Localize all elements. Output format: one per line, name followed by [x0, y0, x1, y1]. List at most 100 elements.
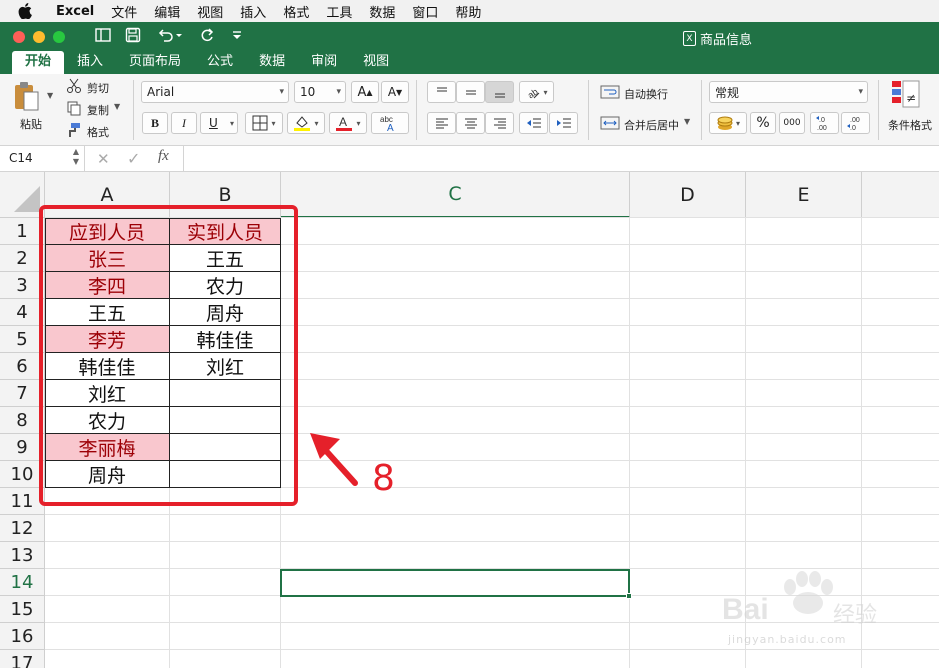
paste-label[interactable]: 粘贴: [20, 116, 42, 132]
customize-toolbar-icon[interactable]: [231, 27, 243, 47]
copy-icon[interactable]: [66, 100, 82, 119]
copy-dropdown-icon[interactable]: ▼: [114, 102, 120, 111]
wrap-text-button[interactable]: 自动换行: [624, 86, 668, 102]
conditional-format-icon[interactable]: ≠: [891, 80, 921, 113]
increase-decimal-icon: .0.00: [815, 116, 826, 131]
column-header-f[interactable]: [862, 172, 939, 218]
align-top-button[interactable]: [427, 81, 456, 103]
orientation-button[interactable]: ab ▾: [519, 81, 554, 103]
column-header-e[interactable]: E: [746, 172, 862, 218]
paste-icon[interactable]: [12, 80, 40, 115]
column-header-d[interactable]: D: [630, 172, 746, 218]
row-header-15[interactable]: 15: [0, 596, 45, 623]
save-icon[interactable]: [125, 27, 141, 47]
menu-window[interactable]: 窗口: [412, 2, 438, 21]
chevron-down-icon: ▾: [271, 118, 276, 128]
row-header-16[interactable]: 16: [0, 623, 45, 650]
conditional-format-label[interactable]: 条件格式: [888, 117, 932, 133]
bold-button[interactable]: B: [142, 112, 168, 134]
tab-insert[interactable]: 插入: [64, 51, 116, 74]
name-box-stepper-icon[interactable]: ▲ ▼: [73, 147, 79, 167]
cancel-icon[interactable]: ✕: [97, 150, 110, 168]
align-top-icon: [436, 87, 447, 92]
decrease-font-button[interactable]: A ▼: [381, 81, 409, 103]
borders-button[interactable]: ▾: [245, 112, 283, 134]
title-bar: X 商品信息 开始 插入 页面布局 公式 数据 审阅 视图: [0, 22, 939, 74]
merge-dropdown-icon[interactable]: ▼: [684, 117, 690, 126]
menu-edit[interactable]: 编辑: [154, 2, 180, 21]
tab-data[interactable]: 数据: [246, 51, 298, 74]
font-size-select[interactable]: 10 ▾: [294, 81, 346, 103]
copy-label[interactable]: 复制: [87, 102, 109, 118]
merge-center-button[interactable]: 合并后居中: [624, 117, 679, 133]
name-box[interactable]: C14 ▲ ▼: [0, 146, 85, 171]
zoom-window-button[interactable]: [53, 31, 65, 43]
underline-button[interactable]: U ▾: [200, 112, 238, 134]
enter-icon[interactable]: ✓: [127, 149, 140, 168]
redo-icon[interactable]: [199, 27, 215, 47]
menu-data[interactable]: 数据: [369, 2, 395, 21]
column-header-c[interactable]: C: [281, 172, 630, 218]
svg-text:.0: .0: [850, 125, 856, 131]
align-center-button[interactable]: [456, 112, 485, 134]
row-header-14[interactable]: 14: [0, 569, 45, 596]
italic-button[interactable]: I: [171, 112, 197, 134]
undo-icon[interactable]: [157, 27, 183, 47]
fill-color-button[interactable]: ▾: [287, 112, 325, 134]
ribbon-tabs: 开始 插入 页面布局 公式 数据 审阅 视图: [0, 51, 402, 74]
row-header-12[interactable]: 12: [0, 515, 45, 542]
thousands-button[interactable]: 000: [779, 112, 805, 134]
cut-label[interactable]: 剪切: [87, 80, 109, 96]
menu-view[interactable]: 视图: [197, 2, 223, 21]
decrease-decimal-button[interactable]: .00.0: [841, 112, 870, 134]
minimize-window-button[interactable]: [33, 31, 45, 43]
cut-icon[interactable]: [66, 78, 82, 97]
menu-tools[interactable]: 工具: [326, 2, 352, 21]
chevron-down-icon: ▾: [279, 87, 284, 97]
tab-view[interactable]: 视图: [350, 51, 402, 74]
tab-review[interactable]: 审阅: [298, 51, 350, 74]
align-bottom-button[interactable]: [485, 81, 514, 103]
gridline: [629, 218, 630, 668]
font-name-select[interactable]: Arial ▾: [141, 81, 289, 103]
format-painter-label[interactable]: 格式: [87, 124, 109, 140]
increase-font-button[interactable]: A ▲: [351, 81, 379, 103]
wrap-text-icon[interactable]: [600, 85, 620, 102]
percent-button[interactable]: %: [750, 112, 776, 134]
row-header-13[interactable]: 13: [0, 542, 45, 569]
decrease-indent-button[interactable]: [519, 112, 548, 134]
apple-icon[interactable]: [18, 3, 40, 19]
chevron-down-icon: ▾: [336, 87, 341, 97]
menu-insert[interactable]: 插入: [240, 2, 266, 21]
sidebar-toggle-icon[interactable]: [95, 27, 111, 47]
decrease-indent-icon: [526, 118, 541, 128]
row-header-17[interactable]: 17: [0, 650, 45, 668]
function-icon[interactable]: fx: [158, 148, 169, 165]
align-left-button[interactable]: [427, 112, 456, 134]
svg-text:.0: .0: [819, 117, 825, 124]
menu-file[interactable]: 文件: [111, 2, 137, 21]
increase-decimal-button[interactable]: .0.00: [810, 112, 839, 134]
phonetic-button[interactable]: abc A: [371, 112, 409, 134]
format-painter-icon[interactable]: [66, 122, 82, 141]
font-color-button[interactable]: A ▾: [329, 112, 367, 134]
tab-formulas[interactable]: 公式: [194, 51, 246, 74]
tab-home[interactable]: 开始: [12, 51, 65, 74]
close-window-button[interactable]: [13, 31, 25, 43]
annotation-number: 8: [372, 458, 395, 499]
increase-indent-button[interactable]: [549, 112, 578, 134]
accounting-format-button[interactable]: ▾: [709, 112, 747, 134]
watermark-brand-tail: 经验: [833, 603, 878, 628]
paste-dropdown-icon[interactable]: ▼: [47, 91, 53, 100]
number-format-select[interactable]: 常规 ▾: [709, 81, 868, 103]
align-right-button[interactable]: [485, 112, 514, 134]
menu-help[interactable]: 帮助: [455, 2, 481, 21]
selected-cell-c14[interactable]: [280, 569, 632, 599]
font-size-value: 10: [300, 85, 316, 99]
fill-handle[interactable]: [626, 593, 632, 599]
menu-format[interactable]: 格式: [283, 2, 309, 21]
merge-center-icon[interactable]: [600, 116, 620, 133]
align-middle-button[interactable]: [456, 81, 485, 103]
menu-app[interactable]: Excel: [56, 4, 94, 19]
tab-page-layout[interactable]: 页面布局: [116, 51, 194, 74]
